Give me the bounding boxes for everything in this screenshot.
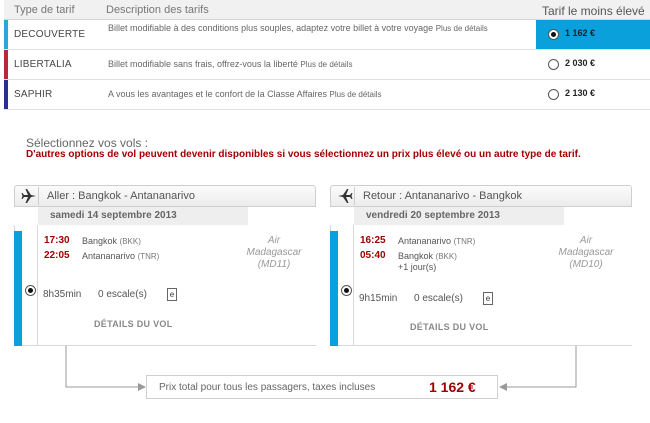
departure-city: Antananarivo (TNR) [398, 236, 475, 246]
arrival-code: (BKK) [435, 252, 457, 261]
arrival-city-name: Antananarivo [82, 251, 136, 261]
flight-details-link[interactable]: DÉTAILS DU VOL [94, 319, 173, 329]
flight-duration: 8h35min [43, 289, 82, 300]
card-header: Aller : Bangkok - Antananarivo [14, 185, 316, 207]
carrier-info: Air Madagascar (MD10) [556, 235, 616, 271]
arrival-city-name: Bangkok [398, 251, 434, 261]
flight-date: vendredi 20 septembre 2013 [366, 210, 500, 221]
total-price-label: Prix total pour tous les passagers, taxe… [159, 382, 376, 393]
arrival-time: 22:05 [44, 250, 70, 261]
plane-icon [335, 187, 355, 205]
flight-date-bar: vendredi 20 septembre 2013 [354, 207, 564, 225]
flight-details-link[interactable]: DÉTAILS DU VOL [410, 322, 489, 332]
departure-city: Bangkok (BKK) [82, 236, 141, 246]
flight-stops: 0 escale(s) [98, 289, 147, 300]
flight-duration: 9h15min [359, 293, 398, 304]
card-header: Retour : Antananarivo - Bangkok [330, 185, 632, 207]
outbound-flight-card: Aller : Bangkok - Antananarivo samedi 14… [14, 185, 316, 346]
departure-time: 17:30 [44, 235, 70, 246]
flight-direction-title: Retour : Antananarivo - Bangkok [363, 190, 522, 202]
flight-select-radio[interactable] [341, 285, 352, 296]
selected-indicator [330, 231, 338, 346]
radio-dot [28, 288, 33, 293]
departure-code: (BKK) [119, 237, 141, 246]
plane-icon [19, 187, 39, 205]
arrival-code: (TNR) [137, 252, 160, 261]
eticket-icon: e [167, 288, 177, 301]
departure-time: 16:25 [360, 235, 386, 246]
total-price-box: Prix total pour tous les passagers, taxe… [146, 375, 498, 399]
departure-city-name: Bangkok [82, 236, 118, 246]
flight-select-radio[interactable] [25, 285, 36, 296]
flight-stops: 0 escale(s) [414, 293, 463, 304]
flight-direction-title: Aller : Bangkok - Antananarivo [47, 190, 195, 202]
arrival-city: Bangkok (BKK) [398, 251, 457, 261]
divider [37, 225, 38, 346]
departure-city-name: Antananarivo [398, 236, 452, 246]
carrier-info: Air Madagascar (MD11) [244, 235, 304, 271]
divider [353, 225, 354, 346]
arrival-city: Antananarivo (TNR) [82, 251, 159, 261]
carrier-name: Air [267, 235, 281, 246]
aircraft-type: (MD10) [569, 259, 603, 270]
total-price-amount: 1 162 € [429, 379, 476, 395]
selected-indicator [14, 231, 22, 346]
eticket-icon: e [483, 292, 493, 305]
carrier-name-2: Madagascar [558, 247, 614, 258]
flight-date-bar: samedi 14 septembre 2013 [38, 207, 248, 225]
radio-dot [344, 288, 349, 293]
arrival-day-offset: +1 jour(s) [398, 262, 437, 272]
departure-code: (TNR) [453, 237, 476, 246]
inbound-flight-card: Retour : Antananarivo - Bangkok vendredi… [330, 185, 632, 346]
aircraft-type: (MD11) [257, 259, 291, 270]
flight-date: samedi 14 septembre 2013 [50, 210, 177, 221]
arrival-time: 05:40 [360, 250, 386, 261]
carrier-name-2: Madagascar [246, 247, 302, 258]
carrier-name: Air [579, 235, 593, 246]
